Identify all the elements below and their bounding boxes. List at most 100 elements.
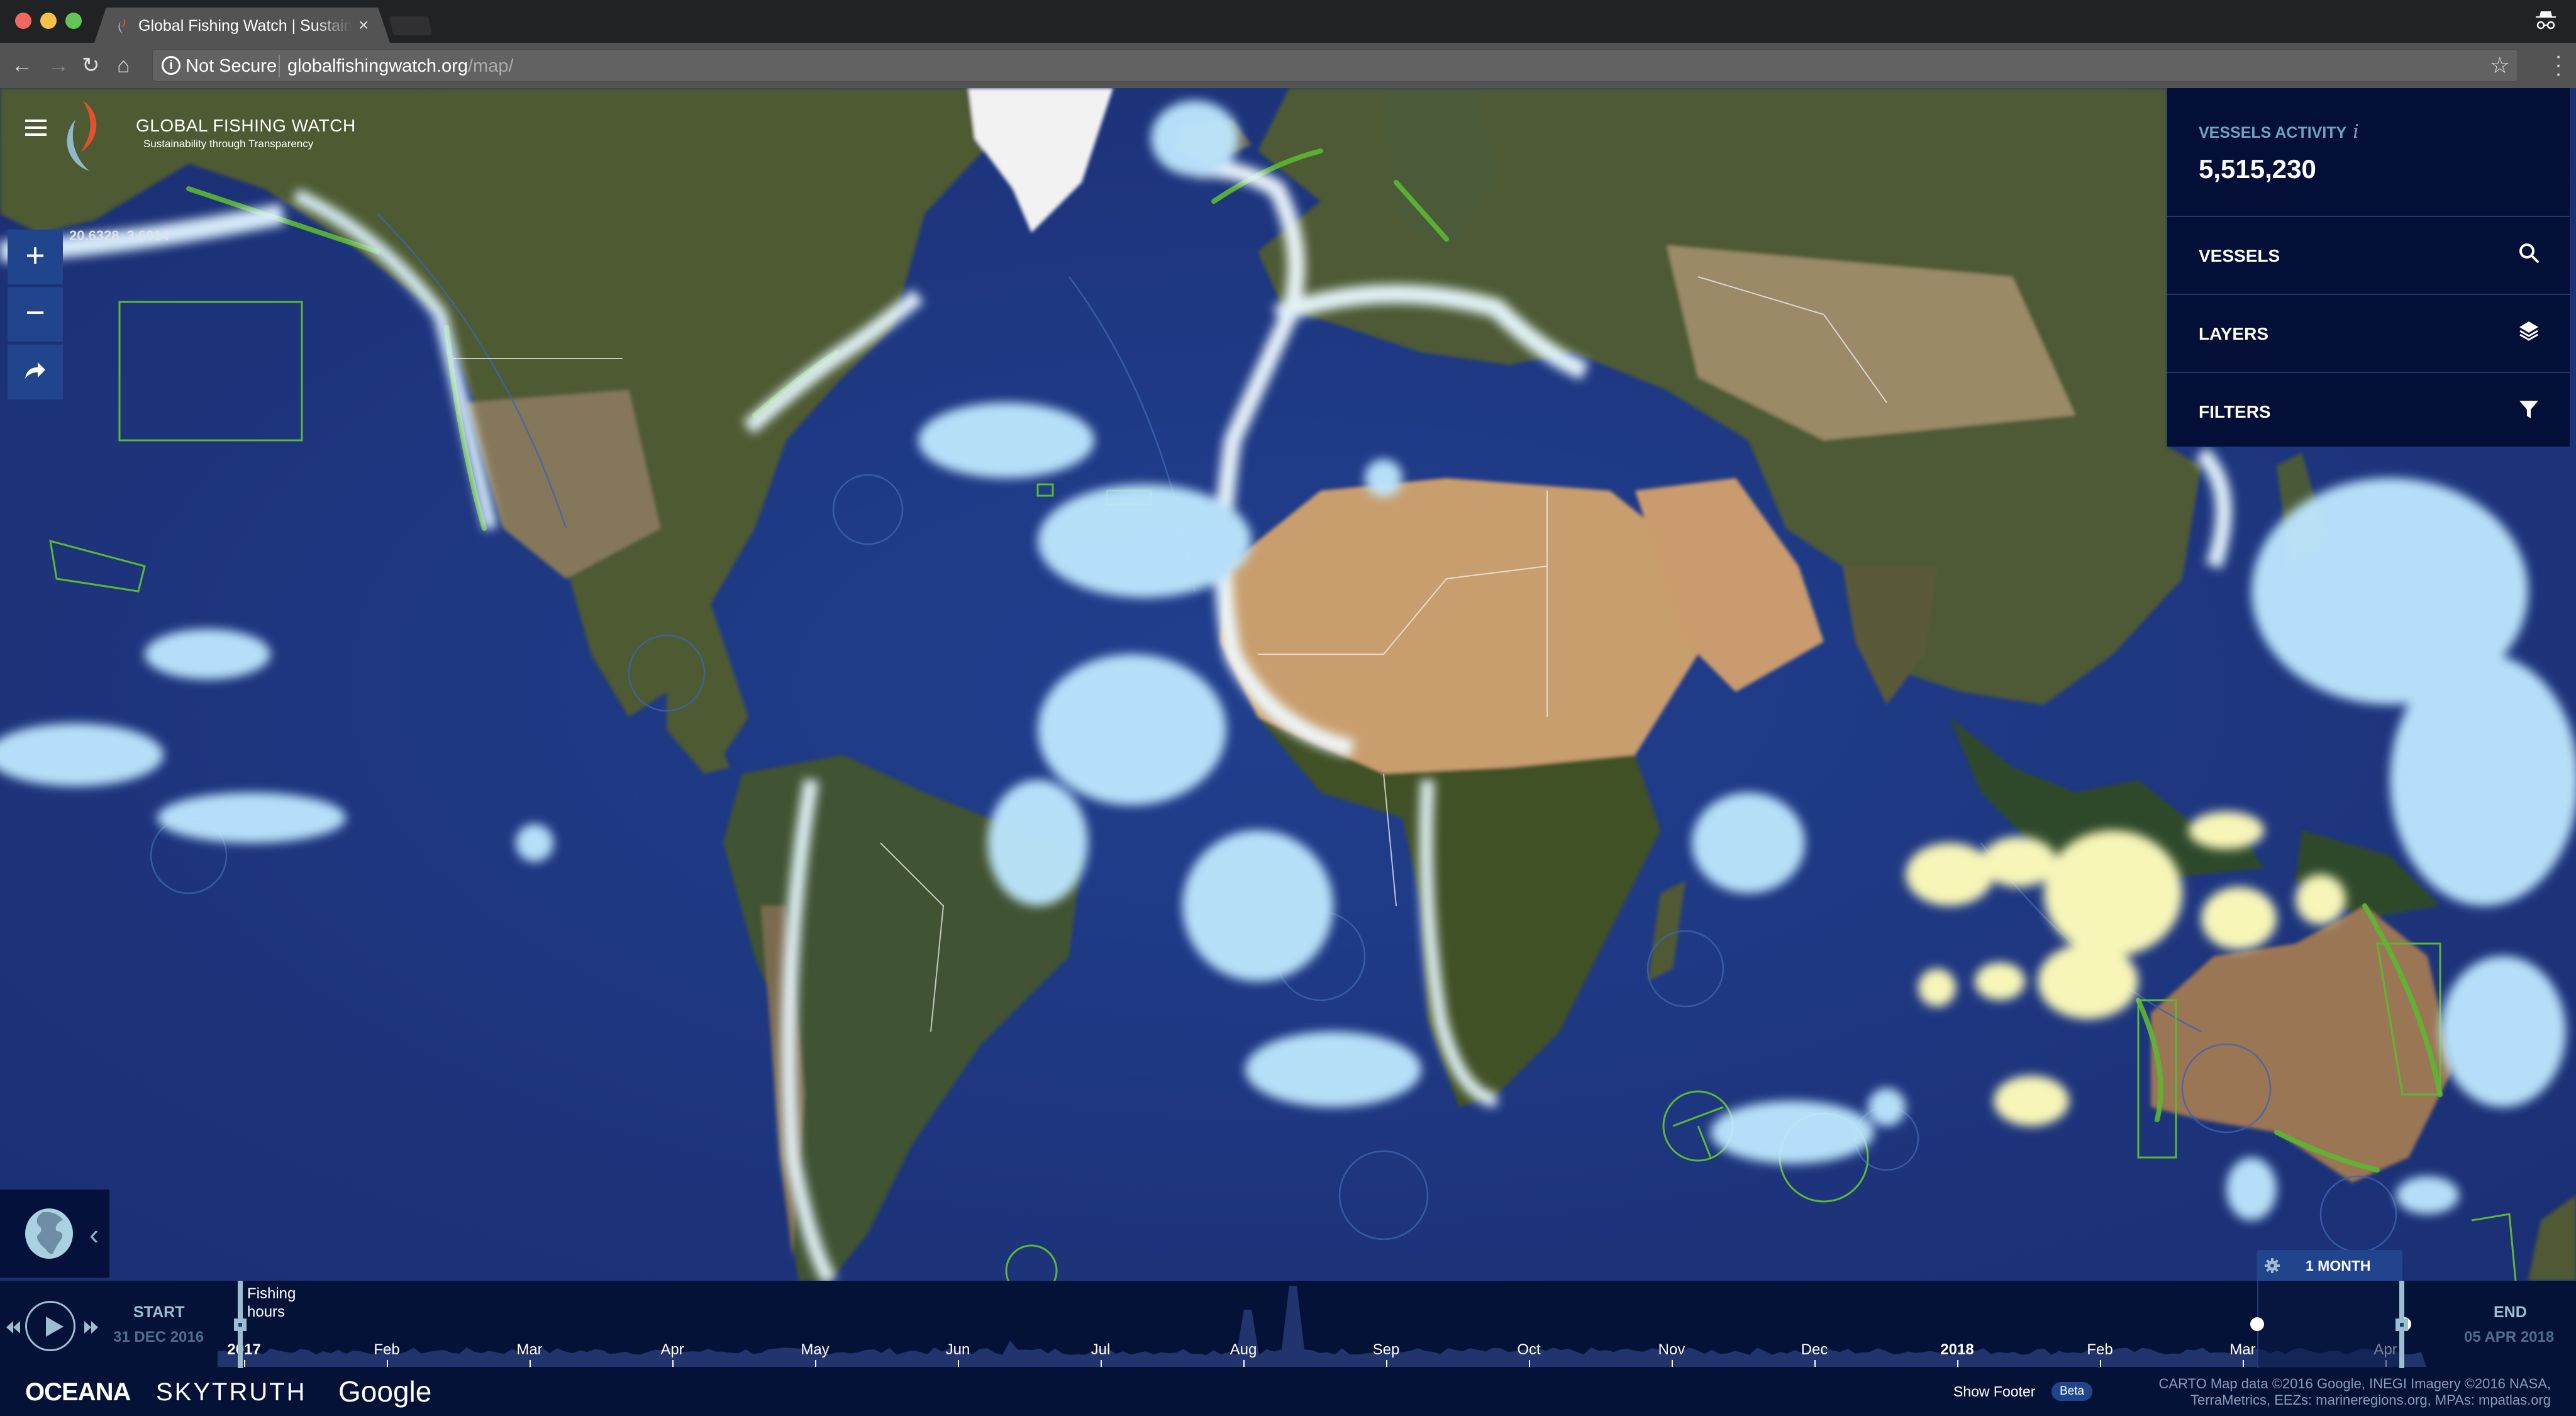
histogram-label-line1: Fishing xyxy=(247,1285,296,1302)
play-button[interactable] xyxy=(25,1301,75,1351)
panel-item-vessels[interactable]: VESSELS xyxy=(2167,217,2570,295)
browser-address-bar: ← → ↻ ⌂ i Not Secure globalfishingwatch.… xyxy=(0,43,2576,88)
reload-icon[interactable]: ↻ xyxy=(82,52,100,79)
activity-label-text: VESSELS ACTIVITY xyxy=(2199,124,2347,142)
tick-label: May xyxy=(801,1341,830,1358)
tick-label: Aug xyxy=(1230,1341,1257,1358)
tick-label: Feb xyxy=(2087,1341,2113,1358)
tick-label: Mar xyxy=(516,1341,543,1358)
attribution-line2: TerraMetrics, EEZs: marineregions.org, M… xyxy=(2190,1392,2551,1408)
partner-logo-skytruth[interactable]: SKYTRUTH xyxy=(156,1378,307,1407)
zoom-out-button[interactable]: − xyxy=(8,287,63,342)
url-text: globalfishingwatch.org/map/ xyxy=(287,56,514,77)
home-icon[interactable]: ⌂ xyxy=(117,52,130,79)
gfw-favicon-icon xyxy=(118,18,126,33)
tick-label: 2017 xyxy=(227,1341,261,1358)
histogram-label: Fishing hours xyxy=(247,1285,296,1321)
tick-mark xyxy=(387,1360,388,1367)
tick-mark xyxy=(958,1360,959,1367)
url-input[interactable]: i Not Secure globalfishingwatch.org/map/… xyxy=(152,49,2518,82)
tick-label: 2018 xyxy=(1940,1341,1974,1358)
share-button[interactable] xyxy=(8,345,63,399)
info-icon[interactable]: i xyxy=(2353,121,2359,143)
tick-label: Sep xyxy=(1372,1341,1400,1358)
brand-title: GLOBAL FISHING WATCH xyxy=(136,116,356,135)
gear-icon xyxy=(2265,1258,2280,1273)
url-host: globalfishingwatch.org xyxy=(287,56,468,76)
vessels-activity-summary: VESSELS ACTIVITY i 5,515,230 xyxy=(2167,88,2570,217)
share-icon xyxy=(25,362,45,379)
duration-picker-button[interactable]: 1 MONTH xyxy=(2257,1250,2402,1281)
tick-label: Mar xyxy=(2229,1341,2256,1358)
map-attribution: CARTO Map data ©2016 Google, INEGI Image… xyxy=(2159,1376,2551,1408)
globe-icon xyxy=(25,1208,73,1259)
duration-label: 1 MONTH xyxy=(2306,1257,2371,1274)
tick-mark xyxy=(672,1360,674,1367)
outer-start-handle[interactable] xyxy=(234,1281,247,1368)
rewind-icon[interactable] xyxy=(6,1321,20,1334)
bookmark-star-icon[interactable]: ☆ xyxy=(2490,52,2510,79)
tick-mark xyxy=(2100,1360,2101,1367)
security-label[interactable]: Not Secure xyxy=(186,56,277,77)
tick-mark xyxy=(530,1360,531,1367)
browser-tab-active[interactable]: Global Fishing Watch | Sustainability th… xyxy=(94,8,390,43)
tick-label: Jul xyxy=(1091,1341,1111,1358)
gfw-logo-icon xyxy=(67,101,97,171)
tick-mark xyxy=(1243,1360,1245,1367)
tick-label: Feb xyxy=(374,1341,400,1358)
window-minimize-button[interactable] xyxy=(40,13,57,29)
tick-mark xyxy=(1814,1360,1816,1367)
tick-mark xyxy=(1957,1360,1958,1367)
info-icon[interactable]: i xyxy=(162,56,180,75)
panel-item-layers[interactable]: LAYERS xyxy=(2167,295,2570,373)
layers-icon xyxy=(2519,321,2538,341)
end-date[interactable]: 05 APR 2018 xyxy=(2464,1329,2554,1346)
inner-start-handle[interactable] xyxy=(2250,1317,2264,1331)
outer-end-handle[interactable] xyxy=(2396,1281,2408,1368)
panel-item-label: LAYERS xyxy=(2199,324,2269,343)
cursor-coordinates: 20.6328, 3.6914 xyxy=(69,228,170,243)
end-label: END xyxy=(2494,1303,2527,1321)
new-tab-button[interactable] xyxy=(389,16,433,35)
zoom-in-button[interactable]: + xyxy=(8,230,63,284)
window-close-button[interactable] xyxy=(15,13,31,29)
show-footer-link[interactable]: Show Footer xyxy=(1953,1383,2035,1400)
tab-title: Global Fishing Watch | Sustainability th… xyxy=(138,17,352,35)
brand-subtitle: Sustainability through Transparency xyxy=(143,138,314,150)
back-icon[interactable]: ← xyxy=(11,52,33,79)
tab-close-icon[interactable]: × xyxy=(358,15,369,35)
fast-forward-icon[interactable] xyxy=(84,1321,98,1334)
filter-icon xyxy=(2519,401,2538,418)
window-maximize-button[interactable] xyxy=(65,13,82,29)
tick-label: Jun xyxy=(945,1341,970,1358)
footer-bar: OCEANA SKYTRUTH Google Show Footer Beta … xyxy=(0,1368,2576,1416)
attribution-line1: CARTO Map data ©2016 Google, INEGI Image… xyxy=(2158,1376,2551,1391)
tick-label: Apr xyxy=(660,1341,684,1358)
tick-label: Nov xyxy=(1658,1341,1685,1358)
selected-time-range[interactable] xyxy=(2257,1281,2402,1368)
mini-globe-toggle[interactable]: ‹ xyxy=(0,1190,109,1278)
omnibox-divider xyxy=(279,55,280,77)
partner-logo-google[interactable]: Google xyxy=(338,1374,431,1408)
start-label: START xyxy=(133,1303,185,1321)
tick-mark xyxy=(1386,1360,1387,1367)
menu-dots-icon[interactable]: · · · xyxy=(2555,45,2562,84)
side-panel: VESSELS ACTIVITY i 5,515,230 VESSELS LAYE… xyxy=(2167,88,2570,447)
tick-mark xyxy=(815,1360,816,1367)
tick-mark xyxy=(1529,1360,1530,1367)
partner-logo-oceana[interactable]: OCEANA xyxy=(25,1378,131,1407)
url-path: /map/ xyxy=(467,56,514,76)
search-icon xyxy=(2519,243,2539,263)
tick-mark xyxy=(244,1360,245,1367)
forward-icon[interactable]: → xyxy=(48,52,69,79)
panel-item-label: VESSELS xyxy=(2199,246,2280,265)
panel-item-filters[interactable]: FILTERS xyxy=(2167,373,2570,445)
start-date[interactable]: 31 DEC 2016 xyxy=(113,1329,204,1346)
activity-label: VESSELS ACTIVITY i xyxy=(2199,121,2570,143)
beta-badge: Beta xyxy=(2051,1382,2093,1401)
tick-mark xyxy=(2243,1360,2244,1367)
collapse-chevron-icon[interactable]: ‹ xyxy=(89,1217,99,1251)
hamburger-menu-button[interactable] xyxy=(25,120,47,136)
tick-label: Dec xyxy=(1801,1341,1828,1358)
activity-value: 5,515,230 xyxy=(2199,154,2316,184)
